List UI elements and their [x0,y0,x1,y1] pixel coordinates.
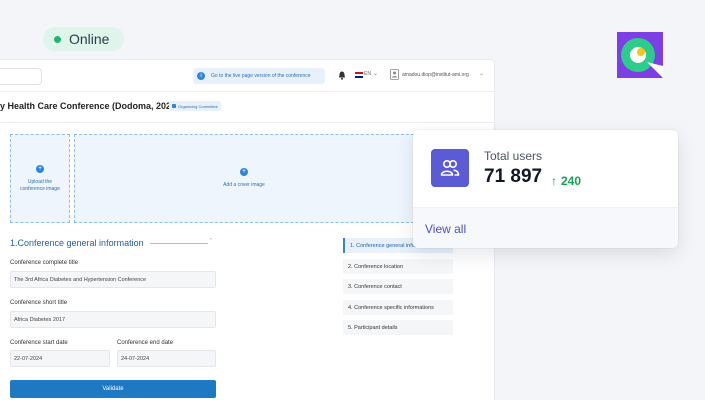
role-badge-label: Organizing Committee [178,103,218,109]
user-icon [390,69,399,80]
validate-button[interactable]: Validate [10,380,216,398]
stat-value: 71 897 [484,166,543,187]
end-date-field[interactable]: 24-07-2024 [117,350,216,367]
chevron-down-icon: ⌄ [373,71,379,77]
short-title-field[interactable]: Africa Diabetes 2017 [10,311,216,328]
users-icon [431,149,469,187]
divider [0,122,494,123]
conference-image-upload[interactable]: + Upload the conference image [10,134,70,223]
start-date-label: Conference start date [10,340,68,346]
chevron-up-icon[interactable]: ⌃ [208,237,214,245]
role-badge: Organizing Committee [169,101,221,111]
start-date-field[interactable]: 22-07-2024 [10,350,110,367]
stat-change: ↑ 240 [551,174,581,188]
uk-flag-icon[interactable] [355,72,363,78]
complete-title-field[interactable]: The 3rd Africa Diabetes and Hypertension… [10,271,216,288]
shield-icon [172,104,176,108]
conference-image-upload-label: Upload the conference image [20,178,60,192]
info-icon: i [197,72,205,80]
live-page-link[interactable]: i Go to the live page version of the con… [193,68,325,84]
plus-icon: + [36,164,44,173]
cover-image-upload-label: Add a cover image [223,182,265,188]
search-input[interactable] [0,68,42,85]
view-all-link[interactable]: View all [425,222,466,236]
short-title-label: Conference short title [10,300,68,306]
card-footer: View all [413,207,678,248]
stat-change-value: 240 [561,174,582,188]
online-status-badge: Online [43,27,124,51]
arrow-up-icon: ↑ [551,174,557,188]
live-page-link-label: Go to the live page version of the confe… [211,73,311,79]
online-dot-icon [54,35,61,43]
total-users-card: Total users 71 897 ↑ 240 View all [413,130,678,248]
online-status-label: Online [69,31,110,47]
page-title: y Health Care Conference (Dodoma, 2024) [0,101,180,111]
step-location[interactable]: 2. Conference location [343,259,453,274]
brand-logo-icon [617,32,663,78]
top-bar: i Go to the live page version of the con… [0,60,494,92]
language-selector[interactable]: EN [364,71,371,77]
bell-icon[interactable] [338,71,346,80]
user-email[interactable]: amadou.diop@institut-ami.org [402,72,469,78]
end-date-label: Conference end date [117,340,174,346]
step-participant-details[interactable]: 5. Participant details [343,320,453,335]
divider [150,243,208,244]
chevron-down-icon[interactable]: ⌄ [479,70,484,77]
cover-image-upload[interactable]: + Add a cover image [74,134,414,223]
step-specific-informations[interactable]: 4. Conference specific informations [343,300,453,315]
stat-label: Total users [484,149,543,163]
section-heading[interactable]: 1.Conference general information [10,238,144,248]
step-contact[interactable]: 3. Conference contact [343,279,453,294]
complete-title-label: Conference complete title [10,260,79,266]
plus-icon: + [240,168,248,176]
